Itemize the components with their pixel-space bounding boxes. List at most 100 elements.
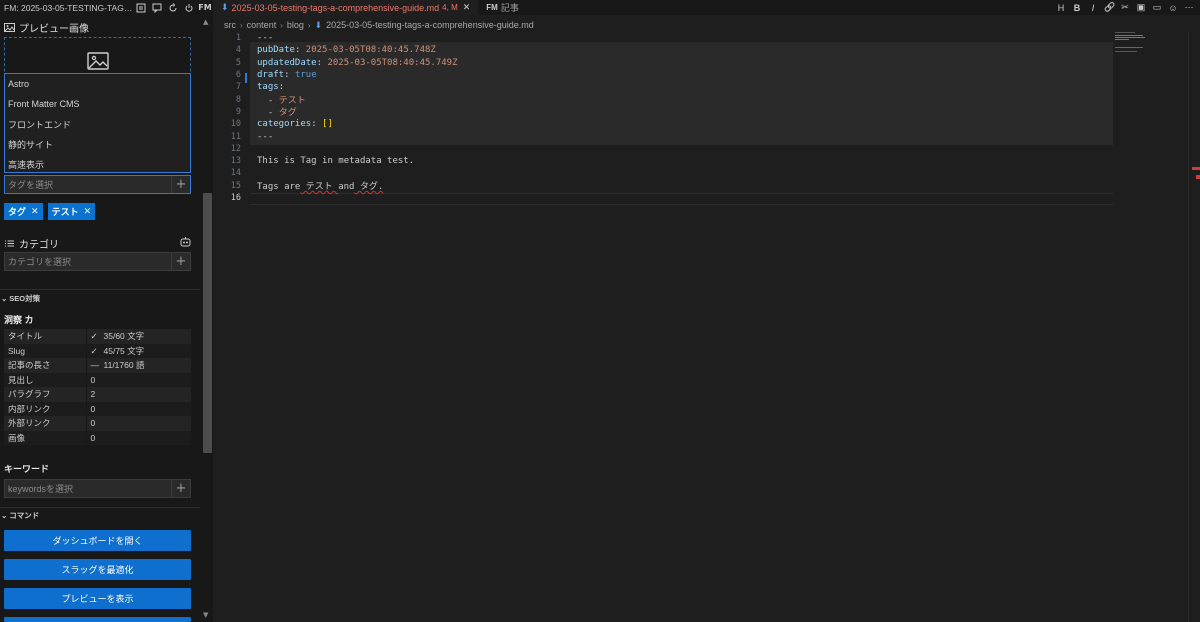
code-line: 1 --- (213, 32, 1113, 44)
minimap[interactable] (1115, 32, 1185, 62)
line-number: 14 (230, 168, 241, 179)
emoji-icon[interactable]: ☺ (1168, 3, 1178, 13)
tab-article[interactable]: FM 記事 (478, 0, 527, 15)
tag-option[interactable]: 静的サイト (5, 135, 190, 155)
sidebar-header: FM: 2025-03-05-TESTING-TAGS-A-C... FM (0, 0, 213, 15)
tab-label: 2025-03-05-testing-tags-a-comprehensive-… (231, 2, 440, 13)
seo-row-value-cell: 0 (86, 416, 191, 431)
tag-chip[interactable]: テスト ✕ (47, 203, 96, 220)
seo-row-label: Slug (4, 343, 87, 358)
code-text: - タグ (257, 105, 297, 118)
seo-row-value-cell: 0 (86, 402, 191, 417)
markdown-file-icon: ⬇ (221, 2, 229, 12)
chevron-down-icon: ⌄ (1, 294, 8, 303)
code-line: 15 Tags are テスト and タグ. (213, 179, 1113, 193)
window-icon[interactable]: ▭ (1152, 2, 1162, 13)
breadcrumb: src › content › blog › ⬇ 2025-03-05-test… (224, 18, 534, 32)
preview-image-section: プレビュー画像 (4, 20, 89, 35)
code-text: tags: (257, 82, 284, 92)
fm-logo-icon: FM (486, 3, 498, 12)
remove-tag-icon[interactable]: ✕ (84, 206, 92, 217)
seo-row-value: 35/60 文字 (103, 331, 145, 342)
breadcrumb-item[interactable]: 2025-03-05-testing-tags-a-comprehensive-… (326, 20, 534, 30)
editor-toolbar: H B I 🔗 ✂ ▣ ▭ ☺ ⋯ (1056, 0, 1194, 15)
seo-section-header[interactable]: ⌄ SEO対策 (1, 293, 40, 304)
scroll-down-arrow[interactable]: ▼ (203, 611, 208, 619)
code-token: : (284, 70, 295, 81)
seo-section-label: SEO対策 (9, 294, 41, 303)
code-token: pubDate (257, 45, 295, 56)
insights-label: 洞察 カ (4, 315, 34, 325)
seo-row-value-cell: —11/1760 語 (86, 358, 191, 373)
tag-option[interactable]: Front Matter CMS (5, 95, 190, 115)
code-token: [] (322, 119, 333, 130)
chat-icon[interactable] (151, 2, 163, 14)
code-line: 8 - テスト (213, 94, 1113, 107)
italic-icon[interactable]: I (1088, 3, 1098, 13)
code-text: pubDate: 2025-03-05T08:40:45.748Z (257, 45, 436, 55)
seo-row-value: 2 (90, 389, 96, 400)
code-text: --- (257, 132, 273, 142)
code-text: categories: [] (257, 119, 333, 129)
scroll-up-arrow[interactable]: ▲ (203, 18, 208, 26)
seo-row-value: 11/1760 語 (103, 360, 145, 371)
tab-markdown-file[interactable]: ⬇ 2025-03-05-testing-tags-a-comprehensiv… (213, 0, 479, 15)
open-dashboard-button[interactable]: ダッシュボードを開く (4, 530, 191, 551)
heading-icon[interactable]: H (1056, 3, 1066, 13)
breadcrumb-item[interactable]: blog (287, 20, 304, 30)
seo-row: 内部リンク 0 (4, 401, 191, 417)
error-marker (1192, 167, 1200, 170)
sidebar-scrollbar[interactable] (203, 193, 212, 453)
tag-chip[interactable]: タグ ✕ (4, 203, 43, 220)
add-keyword-button[interactable]: + (171, 480, 190, 497)
code-editor[interactable]: 1 --- 4 pubDate: 2025-03-05T08:40:45.748Z 5 u… (213, 32, 1113, 622)
category-section: カテゴリ (4, 236, 59, 251)
code-line: 5 updatedDate: 2025-03-05T08:40:45.749Z (213, 57, 1113, 69)
code-token: : (294, 45, 306, 56)
refresh-icon[interactable] (167, 2, 179, 14)
line-number: 4 (235, 45, 241, 56)
breadcrumb-item[interactable]: src (224, 20, 236, 30)
commands-section-header[interactable]: ⌄ コマンド (1, 510, 39, 521)
scissors-icon[interactable]: ✂ (1120, 2, 1130, 13)
divider (0, 507, 200, 508)
image-icon[interactable]: ▣ (1136, 2, 1146, 13)
close-icon[interactable]: ✕ (463, 2, 471, 13)
link-icon[interactable]: 🔗 (1104, 2, 1115, 13)
tag-option[interactable]: フロントエンド (5, 115, 190, 135)
tag-option[interactable]: 高速表示 (5, 155, 190, 175)
remove-tag-icon[interactable]: ✕ (31, 206, 39, 217)
ai-suggest-icon[interactable] (180, 237, 191, 247)
filter-icon[interactable] (135, 2, 147, 14)
add-tag-button[interactable]: + (171, 176, 190, 193)
seo-row: Slug ✓ 45/75 文字 (4, 343, 191, 358)
line-number: 12 (230, 143, 241, 154)
tag-input[interactable] (5, 176, 171, 193)
code-line: 7 tags: (213, 81, 1113, 93)
seo-row-label: 画像 (4, 430, 87, 445)
front-matter-sidebar: FM: 2025-03-05-TESTING-TAGS-A-C... FM プレ… (0, 0, 213, 622)
code-text: Tags are テスト and タグ. (257, 179, 383, 192)
show-preview-button[interactable]: プレビューを表示 (4, 588, 191, 609)
keyword-input[interactable] (5, 480, 171, 497)
more-icon[interactable]: ⋯ (1184, 2, 1194, 13)
breadcrumb-item[interactable]: content (247, 20, 277, 30)
optimize-slug-button[interactable]: スラッグを最適化 (4, 559, 191, 580)
selected-tags: タグ ✕ テスト ✕ (4, 203, 96, 220)
bold-icon[interactable]: B (1072, 3, 1082, 13)
tag-suggestion-list: Astro Front Matter CMS フロントエンド 静的サイト 高速表… (4, 73, 191, 173)
editor-scrollbar[interactable] (1188, 32, 1200, 622)
power-icon[interactable] (183, 2, 195, 14)
line-number: 5 (235, 57, 241, 68)
line-number: 15 (230, 180, 241, 191)
category-input[interactable] (5, 253, 171, 270)
tag-option[interactable]: Astro (5, 75, 190, 95)
seo-row-value-cell: ✓ 35/60 文字 (86, 329, 191, 344)
markdown-file-icon: ⬇ (314, 19, 323, 30)
code-line: 6 draft: true (213, 69, 1113, 81)
code-token: updatedDate (257, 57, 317, 68)
sidebar-title: FM: 2025-03-05-TESTING-TAGS-A-C... (4, 2, 133, 13)
next-command-button[interactable] (4, 617, 191, 622)
add-category-button[interactable]: + (171, 253, 190, 270)
code-token: : (278, 82, 285, 93)
